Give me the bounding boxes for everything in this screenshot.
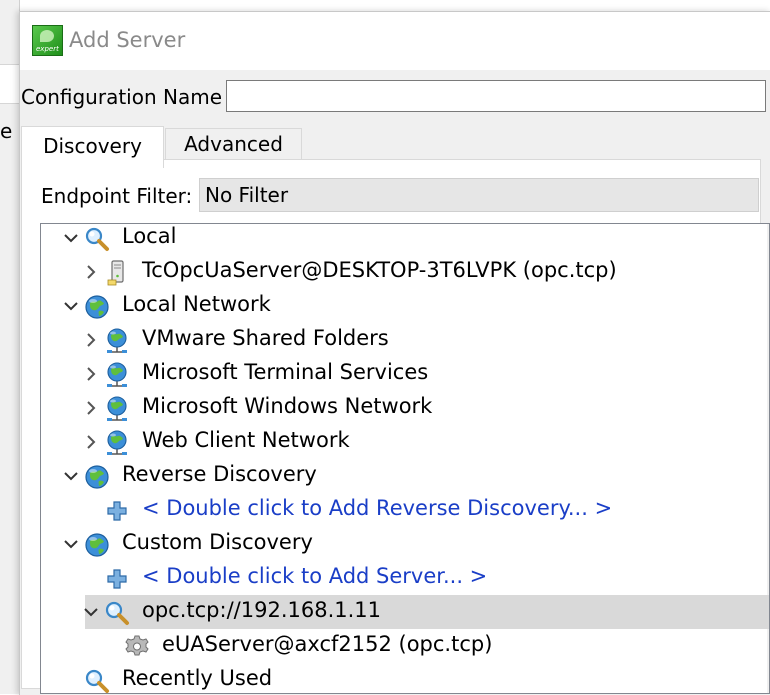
tree-row-euaserver-axcf2152-opc-tcp[interactable]: eUAServer@axcf2152 (opc.tcp) [41, 629, 769, 663]
configuration-name-input[interactable] [226, 80, 766, 112]
server-icon [104, 260, 130, 286]
add-icon [104, 566, 130, 592]
tree-row-label: < Double click to Add Reverse Discovery.… [142, 496, 613, 520]
tree-row-label: Recently Used [122, 666, 273, 690]
chevron-right-icon[interactable] [82, 365, 100, 383]
tree-row-label: eUAServer@axcf2152 (opc.tcp) [162, 632, 493, 656]
tree-row-local-network[interactable]: Local Network [41, 289, 769, 323]
tree-row-label: Reverse Discovery [122, 462, 317, 486]
tree-row-label: < Double click to Add Server... > [142, 564, 488, 588]
tree-row-local[interactable]: Local [41, 224, 769, 255]
chevron-down-icon[interactable] [82, 603, 100, 621]
network-globe-icon [104, 396, 130, 422]
tree-row-label: Local [122, 224, 177, 248]
network-globe-icon [104, 362, 130, 388]
tab-discovery[interactable]: Discovery [21, 126, 164, 168]
add-icon [104, 498, 130, 524]
search-icon [104, 600, 130, 626]
background-toolbar-strip [0, 64, 19, 104]
background-text-fragment: e [0, 119, 13, 143]
tree-row-label: VMware Shared Folders [142, 326, 389, 350]
tree-row-custom-discovery[interactable]: Custom Discovery [41, 527, 769, 561]
tree-row-reverse-discovery[interactable]: Reverse Discovery [41, 459, 769, 493]
app-logo-icon: expert [32, 25, 63, 56]
search-icon [84, 226, 110, 252]
network-globe-icon [104, 328, 130, 354]
chevron-right-icon[interactable] [82, 263, 100, 281]
tree-row-double-click-to-add-server[interactable]: < Double click to Add Server... > [41, 561, 769, 595]
globe-icon [84, 294, 110, 320]
chevron-down-icon[interactable] [62, 467, 80, 485]
tab-advanced[interactable]: Advanced [165, 128, 302, 160]
server-tree[interactable]: Local TcOpcUaServer@DESKTOP-3T6LVPK (opc.… [40, 223, 770, 694]
tree-row-microsoft-windows-network[interactable]: Microsoft Windows Network [41, 391, 769, 425]
tree-row-label: Microsoft Terminal Services [142, 360, 429, 384]
tree-row-label: opc.tcp://192.168.1.11 [142, 598, 382, 622]
endpoint-filter-label: Endpoint Filter: [41, 184, 193, 208]
chevron-right-icon[interactable] [82, 399, 100, 417]
tree-row-label: Custom Discovery [122, 530, 313, 554]
dialog-title: Add Server [69, 28, 186, 52]
configuration-name-label: Configuration Name [21, 85, 222, 109]
search-icon [84, 668, 110, 693]
chevron-right-icon[interactable] [82, 433, 100, 451]
tree-row-double-click-to-add-reverse-discovery[interactable]: < Double click to Add Reverse Discovery.… [41, 493, 769, 527]
chevron-down-icon[interactable] [62, 535, 80, 553]
tree-row-label: Web Client Network [142, 428, 350, 452]
title-bar[interactable]: expert Add Server [20, 12, 770, 70]
tree-row-label: Local Network [122, 292, 271, 316]
background-window: e [0, 0, 20, 694]
tree-row-vmware-shared-folders[interactable]: VMware Shared Folders [41, 323, 769, 357]
tree-row-microsoft-terminal-services[interactable]: Microsoft Terminal Services [41, 357, 769, 391]
gear-icon [124, 634, 150, 660]
globe-icon [84, 532, 110, 558]
network-globe-icon [104, 430, 130, 456]
chevron-right-icon[interactable] [82, 331, 100, 349]
tree-row-web-client-network[interactable]: Web Client Network [41, 425, 769, 459]
tree-row-recently-used[interactable]: Recently Used [41, 663, 769, 693]
tree-row-label: Microsoft Windows Network [142, 394, 433, 418]
tree-row-opc-tcp-192-168-1-11[interactable]: opc.tcp://192.168.1.11 [82, 595, 769, 629]
globe-icon [84, 464, 110, 490]
chevron-down-icon[interactable] [62, 297, 80, 315]
chevron-down-icon[interactable] [62, 229, 80, 247]
tree-row-label: TcOpcUaServer@DESKTOP-3T6LVPK (opc.tcp) [142, 258, 617, 282]
endpoint-filter-select[interactable]: No Filter [199, 178, 759, 212]
tree-row-tcopcuaserver-desktop-3t6lvpk-opc-tcp[interactable]: TcOpcUaServer@DESKTOP-3T6LVPK (opc.tcp) [41, 255, 769, 289]
